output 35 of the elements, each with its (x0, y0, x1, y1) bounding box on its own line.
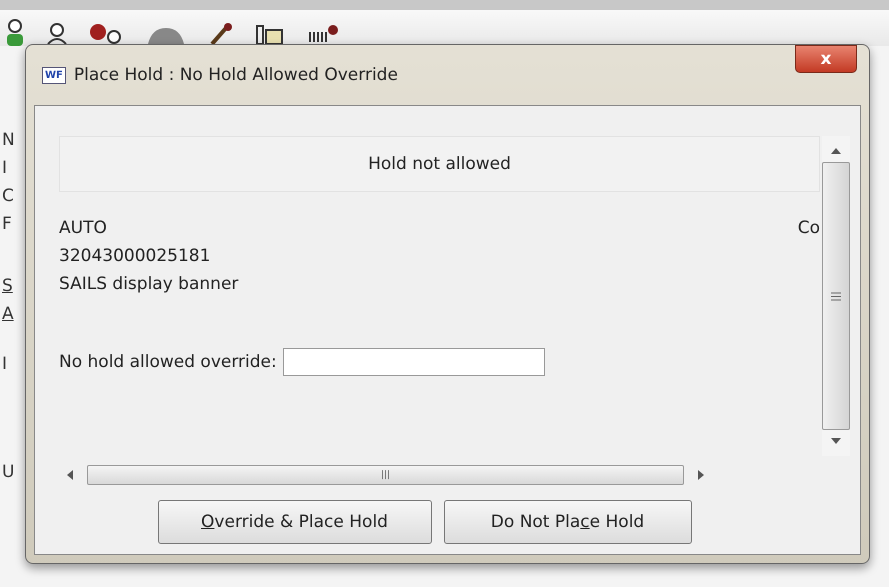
app-icon: WF (42, 66, 66, 84)
pen-icon[interactable] (208, 22, 234, 46)
cut-label: F (2, 214, 13, 234)
window-title: Place Hold : No Hold Allowed Override (74, 65, 398, 85)
cut-label: Co (798, 218, 820, 240)
cut-label: I (2, 158, 8, 178)
right-arrow-icon[interactable] (698, 470, 704, 480)
down-arrow-icon[interactable] (831, 438, 841, 444)
scroll-thumb[interactable] (822, 162, 850, 430)
cut-label: N (2, 130, 15, 150)
detail-text: SAILS display banner (59, 274, 238, 294)
grip-icon (831, 292, 841, 300)
scroll-thumb[interactable]: ||| (87, 465, 684, 485)
person-icon[interactable] (88, 22, 124, 46)
person-icon[interactable] (4, 18, 26, 46)
cut-label: I (2, 354, 8, 374)
cut-label: S (2, 276, 14, 296)
detail-text: 32043000025181 (59, 246, 212, 266)
close-button[interactable]: x (795, 45, 857, 73)
grip-label: ||| (380, 470, 390, 480)
dialog-button[interactable]: Override & Place Hold (158, 500, 432, 544)
message-header: Hold not allowed (59, 136, 820, 192)
cut-label: A (2, 304, 15, 324)
field-label: No hold allowed override: (59, 352, 277, 372)
cut-label: C (2, 186, 15, 206)
detail-text: AUTO (59, 218, 108, 238)
override-field[interactable] (282, 348, 545, 376)
person-icon[interactable] (46, 22, 68, 46)
cut-label: U (2, 462, 15, 482)
dialog-button[interactable]: Do Not Place Hold (444, 500, 692, 544)
left-arrow-icon[interactable] (67, 470, 73, 480)
up-arrow-icon[interactable] (831, 148, 841, 154)
horizontal-scrollbar[interactable]: ||| (59, 464, 835, 486)
books-icon[interactable] (254, 22, 286, 46)
vertical-scrollbar[interactable] (822, 136, 850, 456)
